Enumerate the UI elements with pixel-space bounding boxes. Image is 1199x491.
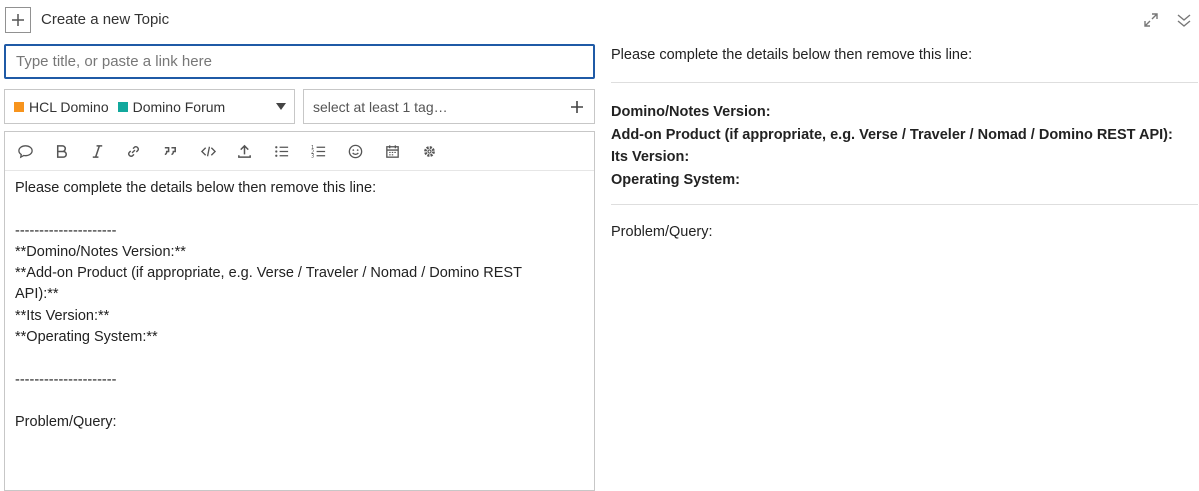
preview-intro-text: Please complete the details below then r…	[611, 47, 973, 63]
parent-category-swatch	[14, 101, 24, 112]
bullet-list-icon	[274, 145, 288, 157]
numbered-list-button[interactable]: 123	[309, 142, 327, 160]
tag-selector[interactable]: select at least 1 tag…	[303, 89, 595, 124]
italic-button[interactable]	[88, 142, 106, 160]
blockquote-button[interactable]	[161, 142, 179, 160]
italic-icon	[92, 144, 102, 158]
child-category-swatch	[117, 101, 128, 112]
link-button[interactable]	[124, 142, 142, 160]
editor-textarea[interactable]: Please complete the details below then r…	[15, 178, 554, 434]
preview-pane: Please complete the details below then r…	[611, 0, 1198, 479]
emoji-button[interactable]	[346, 142, 364, 160]
topic-title-input[interactable]	[4, 44, 595, 79]
svg-text:3: 3	[310, 153, 313, 159]
options-button[interactable]	[420, 142, 438, 160]
category-selector[interactable]: HCL Domino Domino Forum	[4, 89, 295, 124]
child-category-label: Domino Forum	[132, 98, 226, 115]
preview-divider	[611, 82, 1198, 83]
preview-divider	[611, 204, 1198, 205]
preview-field: Domino/Notes Version:	[611, 104, 771, 120]
link-icon	[127, 145, 139, 157]
plus-icon	[571, 101, 583, 113]
upload-icon	[237, 144, 251, 158]
preview-field: Add-on Product (if appropriate, e.g. Ver…	[611, 126, 1173, 143]
caret-down-icon	[276, 103, 286, 110]
parent-category-label: HCL Domino	[29, 98, 109, 115]
preview-fields: Domino/Notes Version: Add-on Product (if…	[611, 101, 1173, 192]
create-topic-button[interactable]	[5, 7, 31, 33]
bold-button[interactable]	[52, 142, 70, 160]
numbered-list-icon: 123	[310, 145, 325, 159]
code-button[interactable]	[199, 142, 217, 160]
tag-selector-placeholder: select at least 1 tag…	[313, 98, 448, 115]
quote-reply-button[interactable]	[16, 142, 34, 160]
editor-toolbar: 123	[5, 132, 594, 171]
preview-field: Operating System:	[611, 172, 740, 189]
blockquote-icon	[164, 146, 176, 155]
preview-field: Its Version:	[611, 149, 690, 166]
composer-title: Create a new Topic	[41, 11, 170, 28]
insert-date-button[interactable]	[383, 142, 401, 160]
code-icon	[200, 146, 216, 156]
markdown-editor: 123 Please complete the details below th…	[4, 131, 595, 491]
emoji-icon	[348, 144, 362, 158]
calendar-icon	[385, 144, 399, 158]
speech-bubble-icon	[17, 144, 33, 158]
gear-icon	[423, 145, 435, 157]
plus-icon	[12, 14, 24, 26]
upload-button[interactable]	[235, 142, 253, 160]
bullet-list-button[interactable]	[272, 142, 290, 160]
preview-problem-text: Problem/Query:	[611, 224, 713, 240]
bold-icon	[56, 144, 67, 158]
